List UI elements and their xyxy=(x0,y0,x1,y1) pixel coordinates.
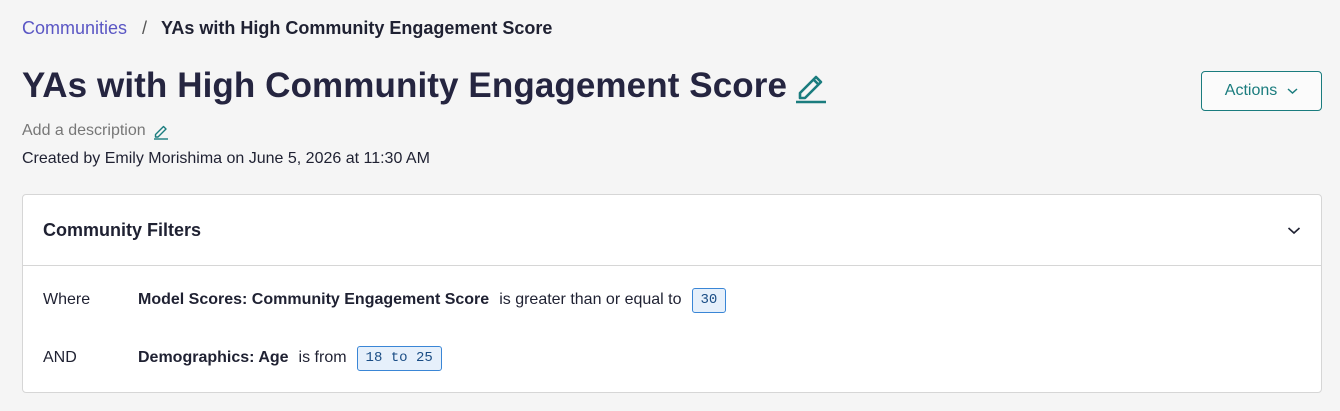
breadcrumb-current: YAs with High Community Engagement Score xyxy=(161,18,553,38)
title-row: YAs with High Community Engagement Score xyxy=(22,63,829,109)
filter-operator: is from xyxy=(298,349,347,366)
edit-description-button[interactable] xyxy=(153,123,169,140)
chevron-down-icon xyxy=(1287,88,1298,95)
chevron-down-icon[interactable] xyxy=(1287,226,1301,235)
description-placeholder[interactable]: Add a description xyxy=(22,122,146,140)
actions-button[interactable]: Actions xyxy=(1201,71,1322,111)
community-detail-page: Communities / YAs with High Community En… xyxy=(0,0,1340,411)
filter-field: Demographics: Age xyxy=(138,349,289,366)
filter-operator: is greater than or equal to xyxy=(499,291,682,308)
community-filters-panel: Community Filters Where Model Scores: Co… xyxy=(22,194,1322,393)
created-by-text: Created by Emily Morishima on June 5, 20… xyxy=(22,150,430,167)
description-row: Add a description xyxy=(22,122,169,140)
filter-value-chip: 30 xyxy=(691,287,727,313)
actions-button-label: Actions xyxy=(1224,82,1278,99)
page-title: YAs with High Community Engagement Score xyxy=(22,66,788,105)
community-filters-title: Community Filters xyxy=(43,219,202,240)
filter-row: AND Demographics: Age is from 18 to 25 xyxy=(43,345,442,371)
filter-connector: Where xyxy=(43,291,91,308)
filter-connector: AND xyxy=(43,349,77,366)
filter-row: Where Model Scores: Community Engagement… xyxy=(43,287,727,313)
edit-title-button[interactable] xyxy=(793,66,829,106)
filter-field: Model Scores: Community Engagement Score xyxy=(138,291,490,308)
breadcrumb-link-communities[interactable]: Communities xyxy=(22,17,127,39)
pencil-icon xyxy=(153,125,168,140)
breadcrumb-separator: / xyxy=(142,18,148,38)
community-filters-header[interactable]: Community Filters xyxy=(23,195,1321,266)
breadcrumb: Communities / YAs with High Community En… xyxy=(22,17,552,39)
pencil-icon xyxy=(796,75,827,104)
filter-value-chip: 18 to 25 xyxy=(356,345,442,371)
